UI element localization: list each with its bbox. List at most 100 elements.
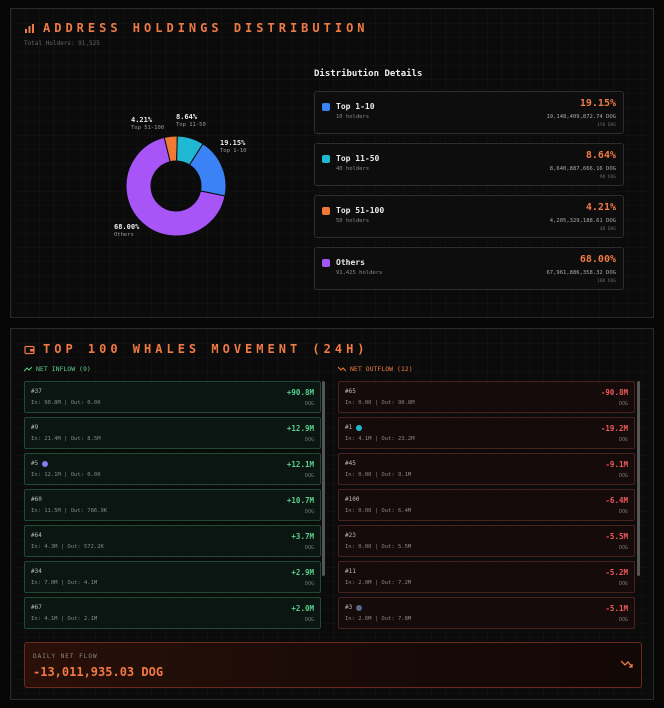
distribution-title: ADDRESS HOLDINGS DISTRIBUTION — [24, 21, 369, 35]
daily-net-flow-label: DAILY NET FLOW — [33, 653, 98, 660]
whale-row[interactable]: #64 In: 4.3M | Out: 572.2K +3.7M DOG — [24, 525, 321, 557]
whale-row[interactable]: #65 In: 0.00 | Out: 90.8M -90.8M DOG — [338, 381, 635, 413]
whale-unit: DOG — [304, 473, 314, 479]
outflow-scrollbar[interactable] — [637, 381, 640, 576]
donut-label-name: Others — [114, 232, 134, 238]
dist-card-top-51-100[interactable]: Top 51-100 50 holders 4.21% 4,205,329,18… — [314, 195, 624, 238]
whale-rank-text: #60 — [31, 496, 42, 503]
whale-unit: DOG — [618, 437, 628, 443]
whale-row[interactable]: #45 In: 0.00 | Out: 9.1M -9.1M DOG — [338, 453, 635, 485]
whale-net-value: +10.7M — [286, 496, 314, 505]
whale-net-value: -6.4M — [605, 496, 628, 505]
whale-rank-text: #45 — [345, 460, 356, 467]
donut-label-pct: 8.64% — [176, 113, 198, 121]
donut-label-top-11-50: 8.64% Top 11-50 — [176, 113, 206, 129]
whale-in-out: In: 4.1M | Out: 2.1M — [31, 616, 98, 622]
whale-row[interactable]: #5 In: 12.1M | Out: 0.00 +12.1M DOG — [24, 453, 321, 485]
wallet-icon — [24, 345, 35, 354]
whale-row[interactable]: #23 In: 0.00 | Out: 5.5M -5.5M DOG — [338, 525, 635, 557]
whale-row[interactable]: #3 In: 2.6M | Out: 7.8M -5.1M DOG — [338, 597, 635, 629]
donut-label-others: 68.00% Others — [114, 223, 139, 239]
whale-in-out: In: 0.00 | Out: 5.5M — [345, 544, 412, 550]
holder-badge-icon — [42, 460, 49, 467]
donut-label-pct: 19.15% — [220, 139, 246, 147]
whale-unit: DOG — [618, 617, 628, 623]
inflow-scrollbar[interactable] — [322, 381, 325, 576]
whale-row[interactable]: #37 In: 90.8M | Out: 0.00 +90.8M DOG — [24, 381, 321, 413]
card-label: Top 51-100 — [336, 206, 385, 215]
distribution-title-text: ADDRESS HOLDINGS DISTRIBUTION — [43, 21, 369, 35]
holder-badge-icon — [356, 604, 363, 611]
total-holders: Total Holders: 91,525 — [24, 40, 100, 47]
bar-chart-icon — [25, 23, 34, 33]
whale-net-value: -19.2M — [600, 424, 628, 433]
whale-net-value: +3.7M — [291, 532, 314, 541]
whale-in-out: In: 2.0M | Out: 7.2M — [345, 580, 412, 586]
whale-in-out: In: 4.3M | Out: 572.2K — [31, 544, 104, 550]
whale-row[interactable]: #67 In: 4.1M | Out: 2.1M +2.0M DOG — [24, 597, 321, 629]
whale-rank-text: #64 — [31, 532, 42, 539]
whale-net-value: +2.9M — [291, 568, 314, 577]
whale-rank-text: #37 — [31, 388, 42, 395]
whale-row[interactable]: #11 In: 2.0M | Out: 7.2M -5.2M DOG — [338, 561, 635, 593]
whale-rank: #45 — [345, 460, 356, 467]
whale-rank: #3 — [345, 604, 363, 611]
whale-in-out: In: 90.8M | Out: 0.00 — [31, 400, 101, 406]
card-holders: 91,425 holders — [336, 270, 383, 276]
card-percent: 8.64% — [585, 150, 616, 161]
whale-net-value: +90.8M — [286, 388, 314, 397]
donut-label-name: Top 11-50 — [176, 122, 206, 128]
donut-label-pct: 68.00% — [114, 223, 140, 231]
card-sub: 18B DOG — [597, 279, 616, 284]
whale-rank-text: #100 — [345, 496, 360, 503]
card-holders: 10 holders — [336, 114, 370, 120]
whale-row[interactable]: #34 In: 7.0M | Out: 4.1M +2.9M DOG — [24, 561, 321, 593]
card-amount: 8,640,887,666.16 DOG — [549, 166, 616, 172]
holder-badge-icon — [356, 424, 363, 431]
whale-rank-text: #65 — [345, 388, 356, 395]
distribution-panel: ADDRESS HOLDINGS DISTRIBUTION Total Hold… — [10, 8, 654, 318]
inflow-list[interactable]: #37 In: 90.8M | Out: 0.00 +90.8M DOG #9 In: 2… — [24, 381, 329, 631]
daily-net-flow-card: DAILY NET FLOW -13,011,935.03 DOG — [24, 642, 642, 688]
daily-net-flow-value: -13,011,935.03 DOG — [33, 665, 164, 679]
whale-unit: DOG — [304, 545, 314, 551]
dist-card-top-11-50[interactable]: Top 11-50 40 holders 8.64% 8,640,887,666… — [314, 143, 624, 186]
whales-title-text: TOP 100 WHALES MOVEMENT (24H) — [43, 342, 369, 356]
whale-row[interactable]: #1 In: 4.1M | Out: 23.2M -19.2M DOG — [338, 417, 635, 449]
whale-unit: DOG — [618, 581, 628, 587]
whales-panel: TOP 100 WHALES MOVEMENT (24H) NET INFLOW… — [10, 328, 654, 700]
details-title: Distribution Details — [314, 69, 423, 79]
legend-swatch — [322, 155, 330, 163]
whale-in-out: In: 0.00 | Out: 9.1M — [345, 472, 412, 478]
whales-title: TOP 100 WHALES MOVEMENT (24H) — [24, 342, 369, 356]
donut-label-pct: 4.21% — [131, 116, 153, 124]
card-holders: 50 holders — [336, 218, 370, 224]
card-percent: 19.15% — [579, 98, 616, 109]
dist-card-others[interactable]: Others 91,425 holders 68.00% 67,961,886,… — [314, 247, 624, 290]
whale-rank: #9 — [31, 424, 38, 431]
whale-row[interactable]: #9 In: 21.4M | Out: 8.5M +12.9M DOG — [24, 417, 321, 449]
card-percent: 4.21% — [585, 202, 616, 213]
outflow-list[interactable]: #65 In: 0.00 | Out: 90.8M -90.8M DOG #1 In: 4… — [338, 381, 643, 631]
whale-rank: #65 — [345, 388, 356, 395]
card-label: Top 11-50 — [336, 154, 380, 163]
whale-rank: #37 — [31, 388, 42, 395]
card-sub: 1YB DOG — [597, 123, 616, 128]
whale-rank: #1 — [345, 424, 363, 431]
legend-swatch — [322, 207, 330, 215]
whale-rank-text: #9 — [31, 424, 39, 431]
whale-row[interactable]: #100 In: 0.00 | Out: 6.4M -6.4M DOG — [338, 489, 635, 521]
dist-card-top-1-10[interactable]: Top 1-10 10 holders 19.15% 19,148,409,87… — [314, 91, 624, 134]
card-holders: 40 holders — [336, 166, 370, 172]
whale-rank-text: #3 — [345, 604, 353, 611]
whale-rank: #100 — [345, 496, 359, 503]
whale-net-value: +12.9M — [286, 424, 314, 433]
whale-unit: DOG — [618, 545, 628, 551]
whale-in-out: In: 4.1M | Out: 23.2M — [345, 436, 415, 442]
donut-label-top-51-100: 4.21% Top 51-100 — [131, 116, 164, 132]
donut-label-name: Top 51-100 — [131, 125, 165, 131]
whale-net-value: -5.5M — [605, 532, 628, 541]
whale-row[interactable]: #60 In: 11.5M | Out: 786.9K +10.7M DOG — [24, 489, 321, 521]
whale-rank-text: #1 — [345, 424, 353, 431]
donut-label-name: Top 1-10 — [220, 148, 247, 154]
